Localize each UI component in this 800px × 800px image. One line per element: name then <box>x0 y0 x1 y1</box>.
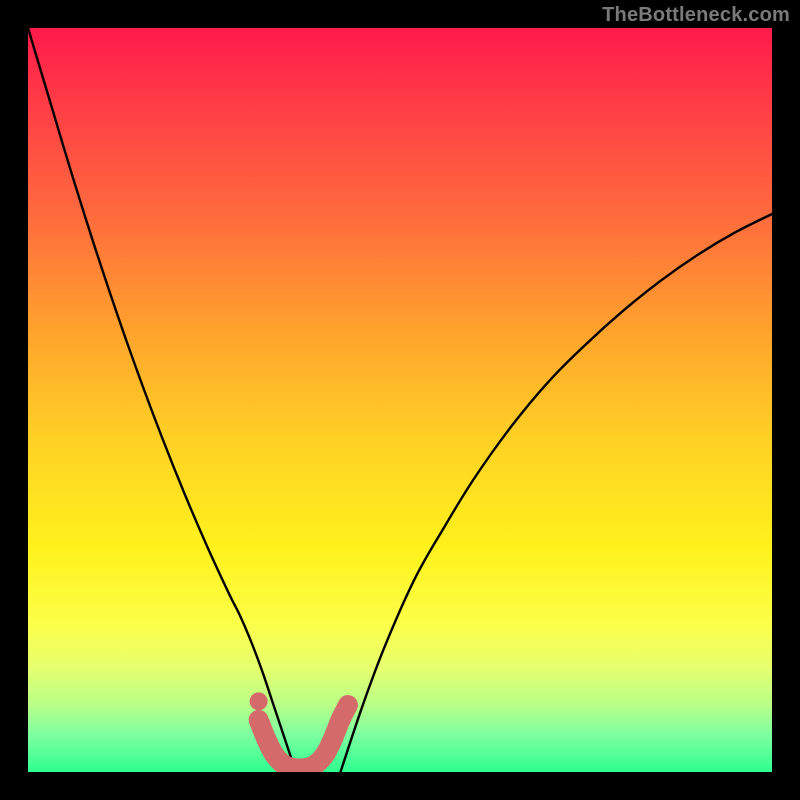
marker-bar <box>259 705 348 768</box>
right-curve <box>340 214 772 772</box>
left-curve <box>28 28 296 772</box>
chart-plot-area <box>28 28 772 772</box>
watermark-text: TheBottleneck.com <box>602 4 790 27</box>
marker-dot <box>250 692 268 710</box>
chart-svg <box>28 28 772 772</box>
